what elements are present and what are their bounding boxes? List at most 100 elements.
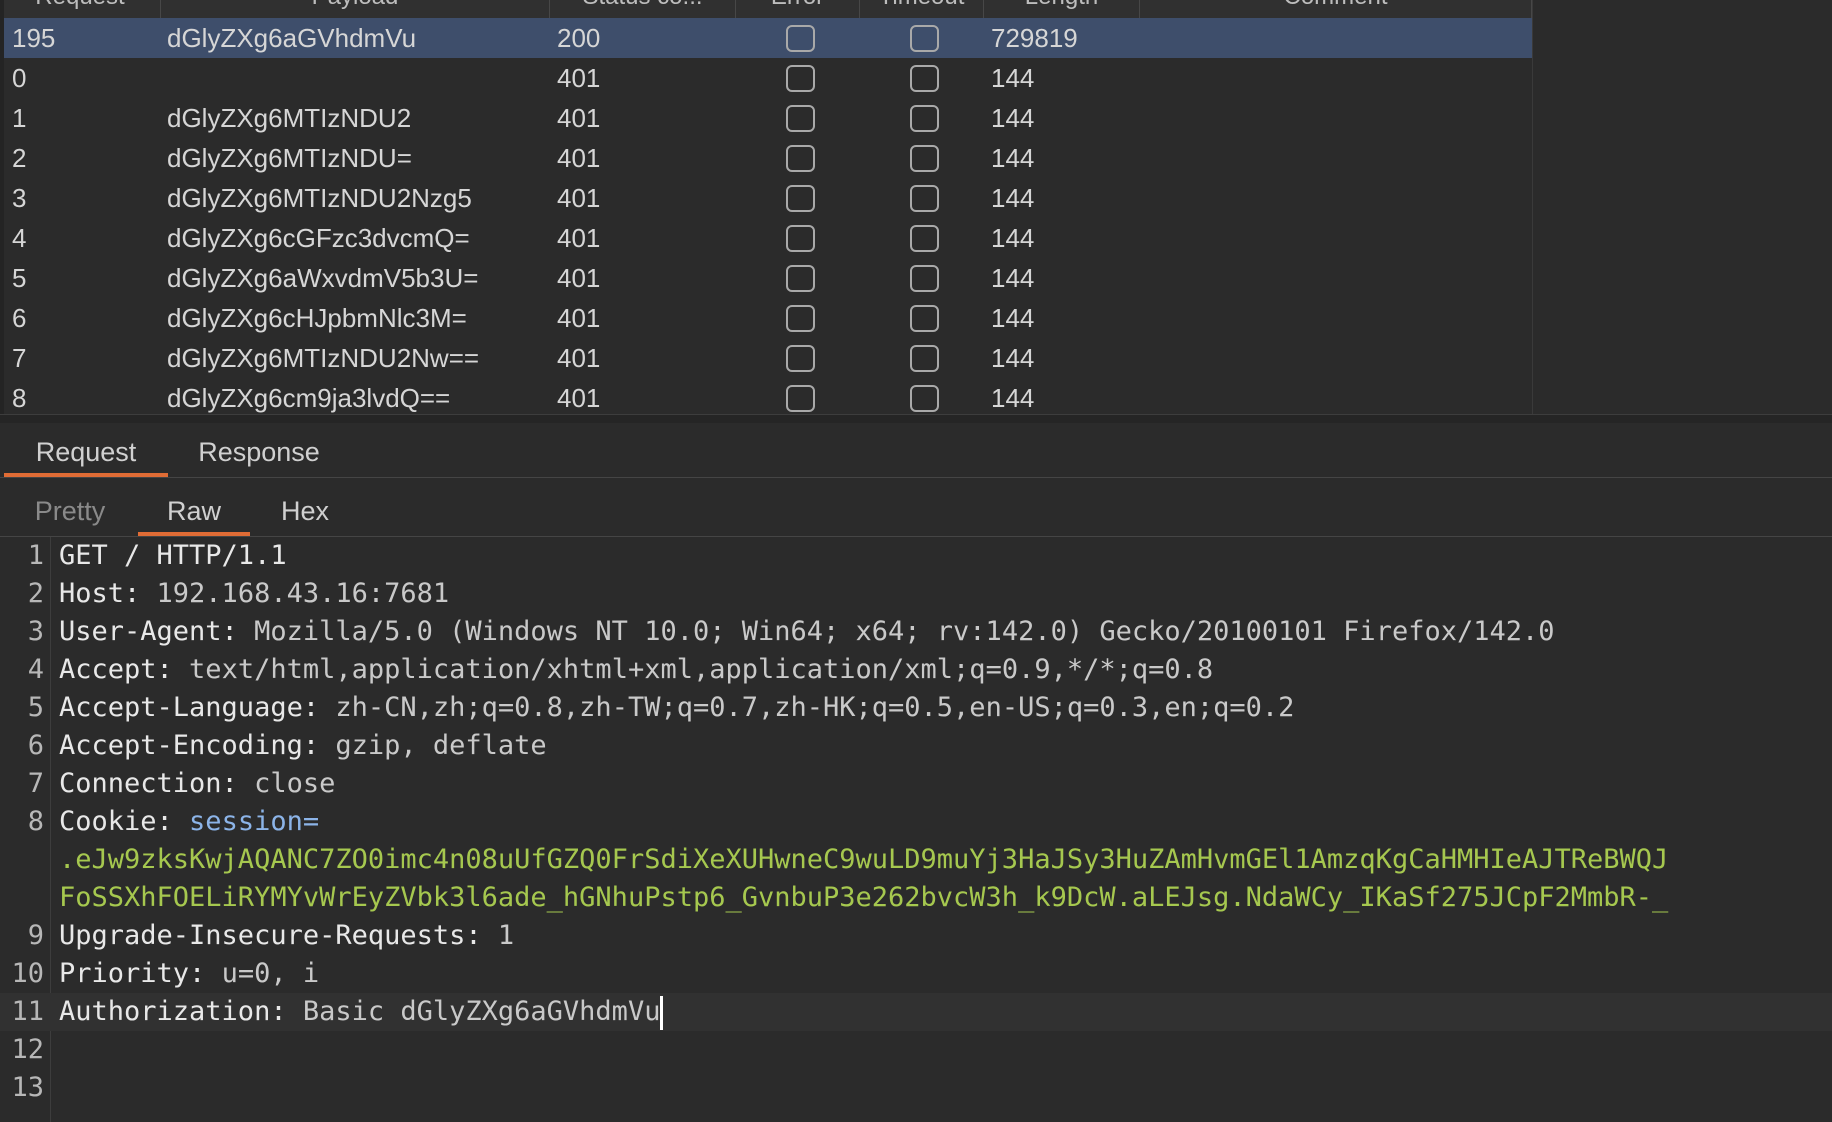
- status-cell: 200: [557, 23, 601, 53]
- column-header-status[interactable]: Status co...: [550, 0, 736, 18]
- cookie-header-line: Cookie: session=: [59, 803, 319, 841]
- line-number: 7: [27, 768, 44, 799]
- error-checkbox: [786, 185, 815, 212]
- editor-line-active: 11 Authorization: Basic dGlyZXg6aGVhdmVu: [0, 993, 1832, 1031]
- header-name: Accept-Encoding:: [59, 730, 320, 761]
- raw-request-editor[interactable]: 1 GET / HTTP/1.1 2 Host: 192.168.43.16:7…: [0, 537, 1832, 1122]
- text-cursor: [660, 995, 664, 1030]
- status-cell: 401: [557, 343, 601, 373]
- table-header: Request Payload Status co... Error Timeo…: [0, 0, 1532, 19]
- header-name: User-Agent:: [59, 616, 238, 647]
- timeout-checkbox: [910, 145, 939, 172]
- editor-line: 6 Accept-Encoding: gzip, deflate: [0, 727, 1832, 765]
- timeout-checkbox: [910, 305, 939, 332]
- header-name: Upgrade-Insecure-Requests:: [59, 920, 482, 951]
- tab-raw[interactable]: Raw: [138, 478, 250, 536]
- status-cell: 401: [557, 183, 601, 213]
- line-number: 1: [27, 540, 44, 571]
- tab-hex[interactable]: Hex: [266, 478, 344, 536]
- error-checkbox: [786, 145, 815, 172]
- table-row[interactable]: 7 dGlyZXg6MTIzNDU2Nw== 401 144: [4, 338, 1532, 378]
- error-checkbox: [786, 385, 815, 412]
- header-value: gzip, deflate: [319, 730, 547, 761]
- length-cell: 144: [991, 103, 1035, 133]
- column-header-length[interactable]: Length: [984, 0, 1140, 18]
- header-value: Basic dGlyZXg6aGVhdmVu: [286, 996, 661, 1027]
- request-cell: 195: [12, 23, 56, 53]
- timeout-checkbox: [910, 25, 939, 52]
- timeout-checkbox: [910, 345, 939, 372]
- editor-line: 10 Priority: u=0, i: [0, 955, 1832, 993]
- editor-line: FoSSXhFOELiRYMYvWrEyZVbk3l6ade_hGNhuPstp…: [0, 879, 1832, 917]
- view-mode-tabs: Pretty Raw Hex: [0, 478, 1832, 537]
- editor-line: 4 Accept: text/html,application/xhtml+xm…: [0, 651, 1832, 689]
- column-header-timeout[interactable]: Timeout: [860, 0, 984, 18]
- table-row[interactable]: 4 dGlyZXg6cGFzc3dvcmQ= 401 144: [4, 218, 1532, 258]
- table-row[interactable]: 5 dGlyZXg6aWxvdmV5b3U= 401 144: [4, 258, 1532, 298]
- timeout-checkbox: [910, 265, 939, 292]
- header-name: Host:: [59, 578, 141, 609]
- request-cell: 8: [12, 383, 27, 413]
- header-name: Accept-Language:: [59, 692, 320, 723]
- column-header-error[interactable]: Error: [736, 0, 860, 18]
- header-line: Accept: text/html,application/xhtml+xml,…: [59, 651, 1213, 689]
- line-number: 4: [27, 654, 44, 685]
- payload-cell: dGlyZXg6MTIzNDU2Nzg5: [167, 183, 472, 213]
- table-row[interactable]: 3 dGlyZXg6MTIzNDU2Nzg5 401 144: [4, 178, 1532, 218]
- results-table: Request Payload Status co... Error Timeo…: [0, 0, 1832, 418]
- line-number: 9: [27, 920, 44, 951]
- header-line: Connection: close: [59, 765, 335, 803]
- request-cell: 3: [12, 183, 27, 213]
- header-value: text/html,application/xhtml+xml,applicat…: [172, 654, 1214, 685]
- line-number: 10: [11, 958, 44, 989]
- request-cell: 6: [12, 303, 27, 333]
- error-checkbox: [786, 225, 815, 252]
- editor-line: 2 Host: 192.168.43.16:7681: [0, 575, 1832, 613]
- length-cell: 144: [991, 263, 1035, 293]
- tab-pretty[interactable]: Pretty: [22, 478, 118, 536]
- tab-response[interactable]: Response: [184, 422, 334, 477]
- table-row[interactable]: 1 dGlyZXg6MTIzNDU2 401 144: [4, 98, 1532, 138]
- column-header-comment[interactable]: Comment: [1140, 0, 1532, 18]
- header-line: Accept-Language: zh-CN,zh;q=0.8,zh-TW;q=…: [59, 689, 1294, 727]
- editor-line: .eJw9zksKwjAQANC7ZO0imc4n08uUfGZQ0FrSdiX…: [0, 841, 1832, 879]
- editor-line: 1 GET / HTTP/1.1: [0, 537, 1832, 575]
- header-value: close: [237, 768, 336, 799]
- empty-side-pane: [1532, 0, 1832, 418]
- request-cell: 7: [12, 343, 27, 373]
- cookie-name: session=: [172, 806, 320, 837]
- error-checkbox: [786, 345, 815, 372]
- column-header-request[interactable]: Request: [0, 0, 161, 18]
- error-checkbox: [786, 65, 815, 92]
- line-number: 2: [27, 578, 44, 609]
- line-number: 13: [11, 1072, 44, 1103]
- header-line: User-Agent: Mozilla/5.0 (Windows NT 10.0…: [59, 613, 1555, 651]
- column-header-payload[interactable]: Payload: [161, 0, 550, 18]
- header-value: 192.168.43.16:7681: [140, 578, 450, 609]
- tab-request[interactable]: Request: [4, 422, 168, 477]
- payload-cell: dGlyZXg6MTIzNDU2Nw==: [167, 343, 480, 373]
- table-row[interactable]: 195 dGlyZXg6aGVhdmVu 200 729819: [4, 18, 1532, 58]
- payload-cell: dGlyZXg6cGFzc3dvcmQ=: [167, 223, 470, 253]
- header-name: Priority:: [59, 958, 206, 989]
- error-checkbox: [786, 25, 815, 52]
- payload-cell: dGlyZXg6cm9ja3lvdQ==: [167, 383, 451, 413]
- length-cell: 144: [991, 223, 1035, 253]
- table-row[interactable]: 0 401 144: [4, 58, 1532, 98]
- status-cell: 401: [557, 303, 601, 333]
- status-cell: 401: [557, 223, 601, 253]
- length-cell: 144: [991, 63, 1035, 93]
- timeout-checkbox: [910, 105, 939, 132]
- line-number: 12: [11, 1034, 44, 1065]
- status-cell: 401: [557, 103, 601, 133]
- length-cell: 729819: [991, 23, 1078, 53]
- status-cell: 401: [557, 263, 601, 293]
- table-row[interactable]: 8 dGlyZXg6cm9ja3lvdQ== 401 144: [4, 378, 1532, 418]
- editor-line: 9 Upgrade-Insecure-Requests: 1: [0, 917, 1832, 955]
- line-number: 3: [27, 616, 44, 647]
- table-row[interactable]: 6 dGlyZXg6cHJpbmNlc3M= 401 144: [4, 298, 1532, 338]
- header-name: Authorization:: [59, 996, 287, 1027]
- status-cell: 401: [557, 383, 601, 413]
- line-number: 8: [27, 806, 44, 837]
- table-row[interactable]: 2 dGlyZXg6MTIzNDU= 401 144: [4, 138, 1532, 178]
